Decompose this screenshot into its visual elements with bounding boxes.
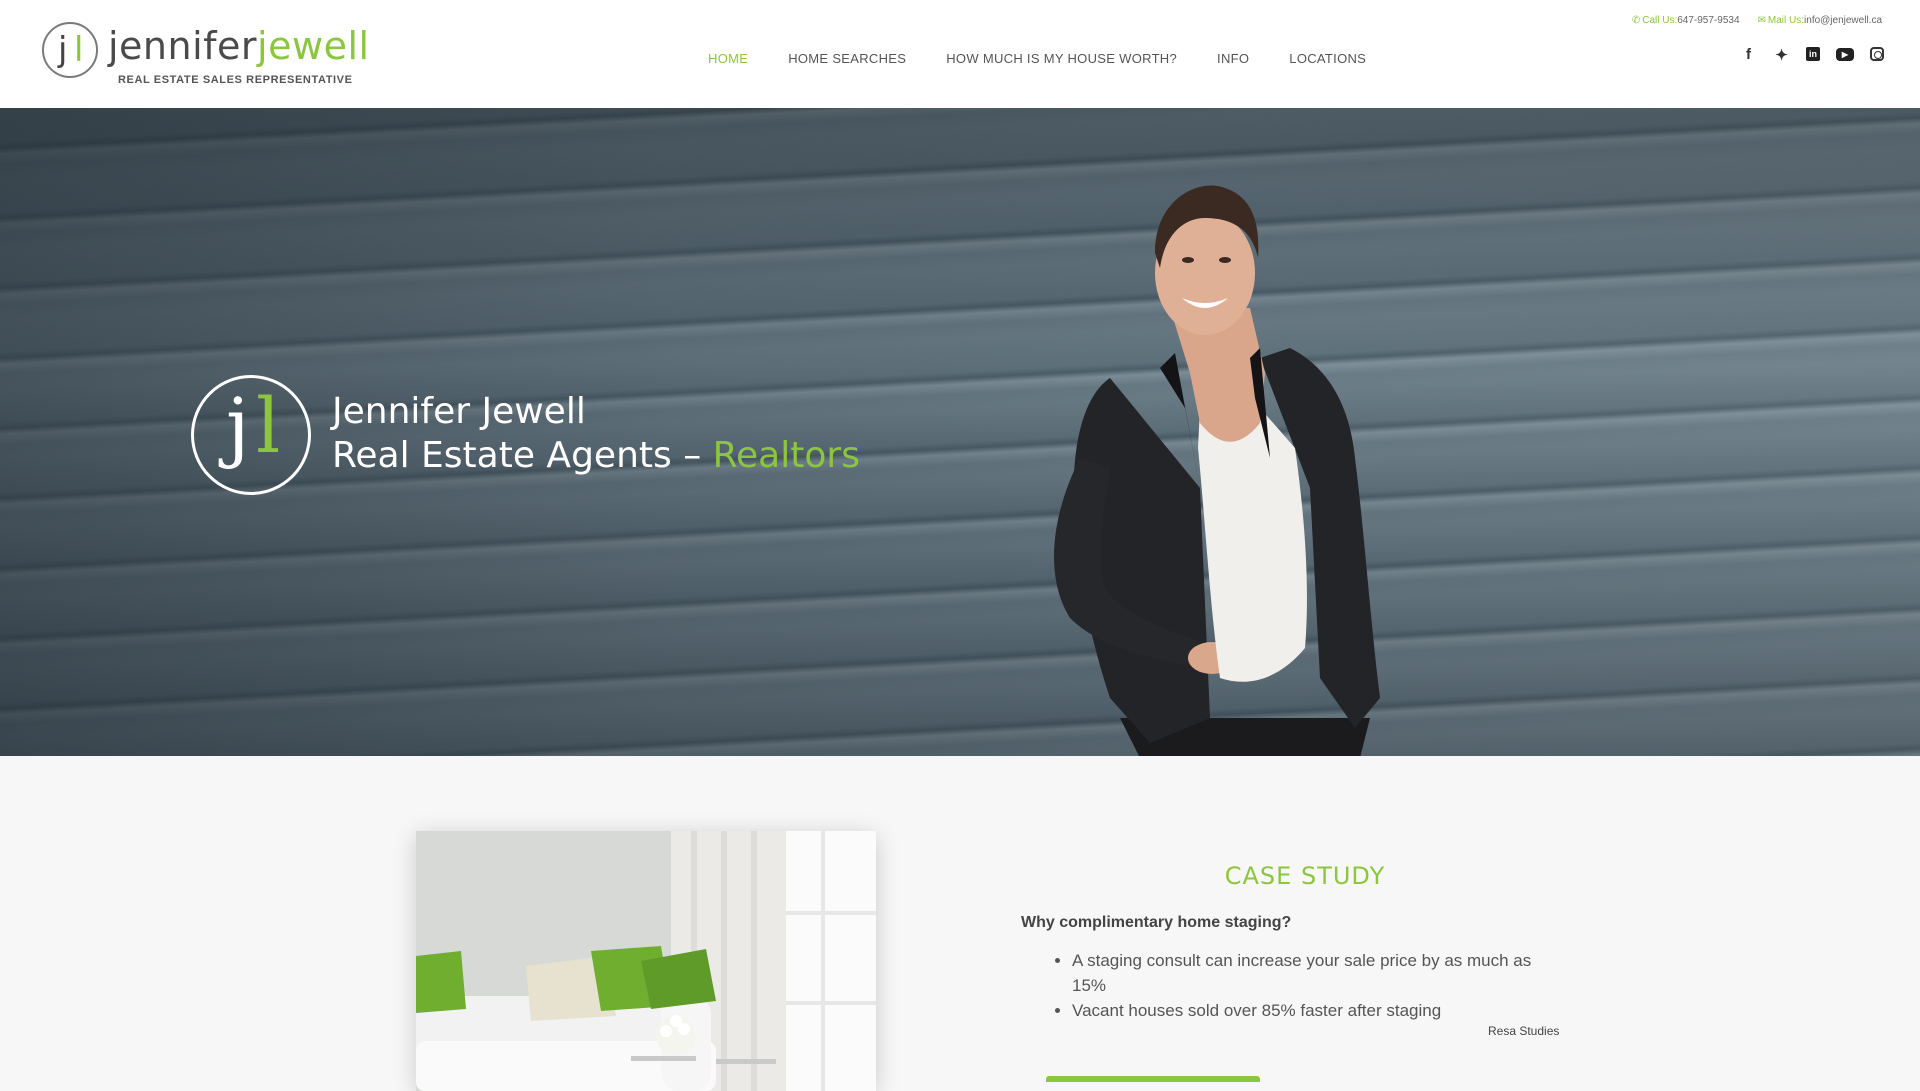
staged-living-room-image <box>416 831 876 1091</box>
site-header: j l jenniferjewell REAL ESTATE SALES REP… <box>0 0 1920 108</box>
logo-subtitle: REAL ESTATE SALES REPRESENTATIVE <box>118 74 353 86</box>
call-label: Call Us: <box>1642 15 1678 26</box>
hero-logo-mark: j l <box>191 375 311 495</box>
hero-line-2: Real Estate Agents – Realtors <box>332 434 860 478</box>
facebook-icon[interactable]: f <box>1740 46 1757 63</box>
case-study-question: Why complimentary home staging? <box>1021 914 1292 931</box>
case-study-list: A staging consult can increase your sale… <box>1052 948 1552 1023</box>
hero-mark-l: l <box>256 381 281 470</box>
nav-item-info[interactable]: INFO <box>1217 51 1249 66</box>
mail-value: info@jenjewell.ca <box>1804 15 1882 26</box>
logo-name-last: jewell <box>257 24 370 68</box>
case-study-button[interactable] <box>1046 1076 1260 1082</box>
nav-item-locations[interactable]: LOCATIONS <box>1289 51 1366 66</box>
phone-icon: ✆ <box>1631 15 1641 26</box>
case-study-section: CASE STUDY Why complimentary home stagin… <box>0 756 1920 1091</box>
logo-mark-j: j <box>58 30 68 70</box>
case-study-title: CASE STUDY <box>1224 862 1386 890</box>
hero-line-2-highlight: Realtors <box>712 435 860 476</box>
mail-label: Mail Us: <box>1767 15 1805 26</box>
instagram-icon[interactable] <box>1870 47 1884 61</box>
twitter-icon[interactable]: ✦ <box>1773 46 1790 64</box>
envelope-icon: ✉ <box>1757 15 1766 26</box>
site-logo[interactable]: j l jenniferjewell REAL ESTATE SALES REP… <box>42 22 369 88</box>
contact-bar: ✆ Call Us:647-957-9534 ✉ Mail Us:info@jenj… <box>1632 15 1882 26</box>
case-study-source: Resa Studies <box>1488 1024 1560 1038</box>
logo-mark-l: l <box>74 30 84 70</box>
youtube-icon[interactable]: ▶ <box>1836 48 1854 61</box>
hero-line-2-prefix: Real Estate Agents – <box>332 435 713 476</box>
contact-mail[interactable]: ✉ Mail Us:info@jenjewell.ca <box>1758 15 1882 26</box>
staging-photo <box>416 831 876 1091</box>
social-links: f ✦ in ▶ <box>1740 46 1884 64</box>
hero-banner: j l Jennifer Jewell Real Estate Agents –… <box>0 108 1920 756</box>
linkedin-icon[interactable]: in <box>1806 47 1820 61</box>
logo-name-first: jennifer <box>108 24 258 68</box>
logo-mark: j l <box>42 22 98 78</box>
hero-mark-j: j <box>226 381 250 470</box>
nav-item-home[interactable]: HOME <box>708 51 748 66</box>
call-value: 647-957-9534 <box>1677 15 1740 26</box>
nav-item-house-worth[interactable]: HOW MUCH IS MY HOUSE WORTH? <box>946 51 1177 66</box>
agent-photo <box>1053 185 1380 756</box>
list-item: Vacant houses sold over 85% faster after… <box>1072 998 1552 1023</box>
list-item: A staging consult can increase your sale… <box>1072 948 1552 998</box>
nav-item-home-searches[interactable]: HOME SEARCHES <box>788 51 906 66</box>
main-nav: HOME HOME SEARCHES HOW MUCH IS MY HOUSE … <box>708 51 1366 66</box>
hero-line-1: Jennifer Jewell <box>332 391 586 432</box>
contact-call[interactable]: ✆ Call Us:647-957-9534 <box>1632 15 1740 26</box>
logo-wordmark: jenniferjewell <box>108 24 370 68</box>
hero-heading: Jennifer Jewell Real Estate Agents – Rea… <box>332 390 860 478</box>
